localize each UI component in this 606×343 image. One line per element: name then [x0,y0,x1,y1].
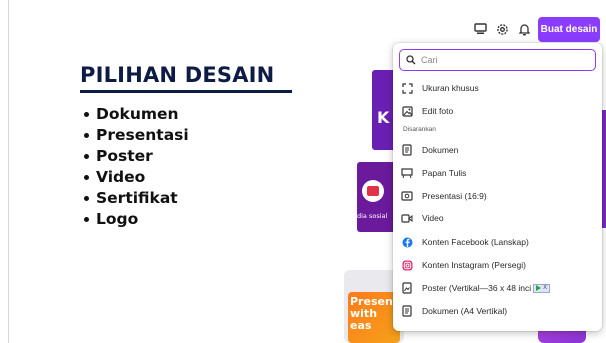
menu-item-document-a4[interactable]: Dokumen (A4 Vertikal) [401,303,507,319]
bullet-icon [84,196,89,201]
bullet-icon [84,175,89,180]
bullet-icon [84,217,89,222]
list-item-label: Video [96,168,146,186]
menu-item-custom-size[interactable]: Ukuran khusus [401,80,479,96]
menu-item-whiteboard[interactable]: Papan Tulis [401,165,466,181]
presentation-icon [401,190,413,202]
bullet-icon [84,154,89,159]
play-icon [536,285,542,291]
menu-item-label: Ukuran khusus [422,83,479,93]
list-item: Poster [84,146,189,167]
search-placeholder: Cari [421,55,438,65]
facebook-icon [401,236,413,248]
title-underline [80,90,292,93]
poster-icon [401,282,413,294]
list-item-label: Dokumen [96,105,179,123]
list-item-label: Poster [96,147,153,165]
menu-item-label: Edit foto [422,106,454,116]
menu-item-label: Poster (Vertikal—36 x 48 inci [422,283,532,293]
menu-item-label: Papan Tulis [422,168,467,178]
slide-title: PILIHAN DESAIN [80,63,275,87]
menu-item-label: Konten Facebook (Lanskap) [422,237,529,247]
menu-item-poster[interactable]: Poster (Vertikal—36 x 48 inci X [401,280,551,296]
section-label-suggested: Disarankan [403,126,436,133]
gear-icon[interactable] [494,21,510,37]
menu-item-document[interactable]: Dokumen [401,142,458,158]
badge-label: X [543,285,548,291]
menu-item-label: Video [422,213,444,223]
video-icon [401,212,413,224]
menu-item-video[interactable]: Video [401,210,444,226]
list-item: Video [84,167,189,188]
list-item-label: Logo [96,210,139,228]
edit-photo-icon [401,105,413,117]
document-a4-icon [401,305,413,317]
menu-item-presentation[interactable]: Presentasi (16:9) [401,188,487,204]
design-options-list: Dokumen Presentasi Poster Video Sertifik… [84,104,189,230]
instagram-icon [401,259,413,271]
inline-media-badge[interactable]: X [533,283,551,293]
menu-item-label: Presentasi (16:9) [422,191,487,201]
bullet-icon [84,133,89,138]
document-icon [401,144,413,156]
menu-item-label: Dokumen (A4 Vertikal) [422,306,508,316]
menu-item-instagram[interactable]: Konten Instagram (Persegi) [401,257,526,273]
list-item: Dokumen [84,104,189,125]
bullet-icon [84,112,89,117]
menu-item-facebook[interactable]: Konten Facebook (Lanskap) [401,234,529,250]
list-item-label: Presentasi [96,126,189,144]
list-item-label: Sertifikat [96,189,178,207]
whiteboard-icon [401,167,413,179]
list-item: Logo [84,209,189,230]
create-design-button[interactable]: Buat desain [538,17,600,42]
menu-item-edit-photo[interactable]: Edit foto [401,103,453,119]
sticker-icon [362,180,384,202]
monitor-icon[interactable] [472,21,488,37]
list-item: Presentasi [84,125,189,146]
custom-size-icon [401,82,413,94]
social-media-label: dia sosial [357,212,388,220]
search-input[interactable]: Cari [399,49,596,71]
banner-letter: K [377,108,390,127]
menu-item-label: Dokumen [422,145,459,155]
search-icon [406,55,416,65]
create-design-dropdown: Cari Ukuran khusus Edit foto Disarankan … [393,43,602,331]
menu-item-label: Konten Instagram (Persegi) [422,260,526,270]
list-item: Sertifikat [84,188,189,209]
left-divider [8,0,9,343]
bell-icon[interactable] [516,21,532,37]
